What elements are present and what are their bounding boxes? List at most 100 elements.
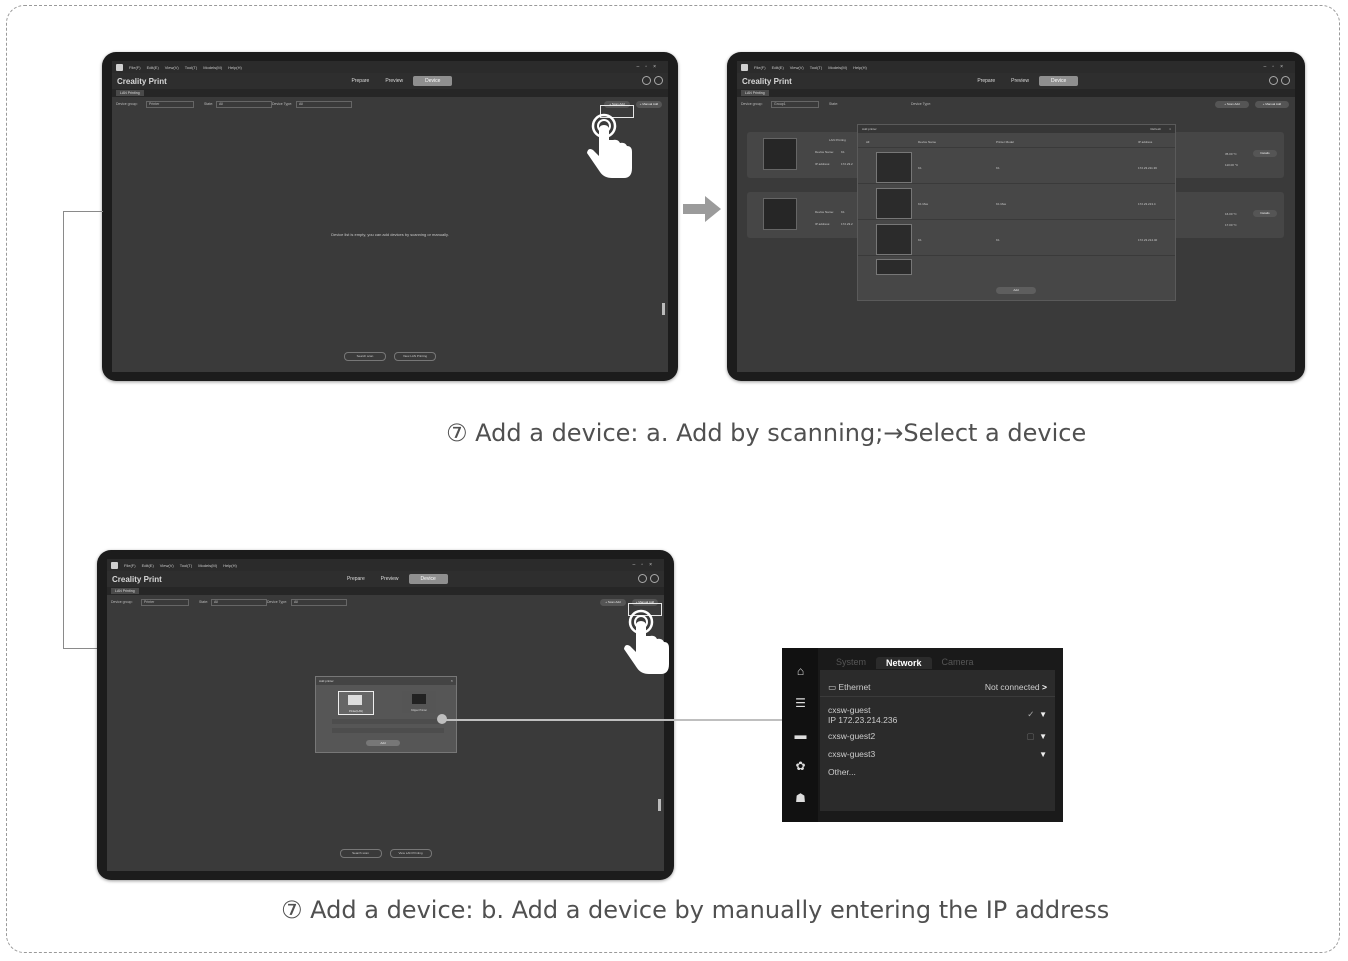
tab-camera[interactable]: Camera — [932, 657, 984, 669]
mode-prepare[interactable]: Prepare — [346, 76, 376, 86]
menu-tool[interactable]: Tool(T) — [185, 65, 197, 70]
filter-row: Device group: Group1 State: Device Type:… — [741, 101, 1289, 109]
menu-models[interactable]: Models(M) — [828, 65, 847, 70]
mode-preview[interactable]: Preview — [379, 76, 409, 86]
view-lan-printing-button[interactable]: View LAN Printing — [389, 849, 432, 858]
dialog-title: Add printer — [316, 677, 456, 685]
state-select[interactable]: All — [216, 101, 272, 108]
folder-icon[interactable]: ▬ — [794, 729, 807, 742]
wifi-network-row[interactable]: cxsw-guest IP 172.23.214.236 ✓ ▼ — [828, 705, 1047, 725]
callout-dot — [437, 714, 447, 724]
details-button[interactable]: Details — [1253, 150, 1277, 157]
row-ip: 172.23.211.36 — [1138, 166, 1157, 170]
select-all-checkbox[interactable]: All — [866, 140, 869, 144]
scan-add-button[interactable]: + Scan Add — [600, 599, 626, 606]
menu-file[interactable]: File(F) — [124, 563, 136, 568]
table-header: All Device Name Printer Model IP address — [858, 135, 1175, 148]
menu-help[interactable]: Help(H) — [228, 65, 242, 70]
tab-lan-printing[interactable]: LAN Printing — [111, 588, 139, 594]
klipper-printer-option[interactable]: Klipper Printer — [402, 691, 436, 713]
mode-preview[interactable]: Preview — [1005, 76, 1035, 86]
download-icon[interactable] — [1269, 76, 1278, 85]
add-button[interactable]: Add — [366, 740, 400, 746]
menu-edit[interactable]: Edit(E) — [772, 65, 784, 70]
other-network-row[interactable]: Other... — [828, 767, 1047, 777]
wifi-network-row[interactable]: cxsw-guest2 ▢ ▼ — [828, 731, 1047, 741]
tab-network[interactable]: Network — [876, 657, 932, 669]
device-group-select[interactable]: Printer — [141, 599, 189, 606]
search-scan-button[interactable]: Search scan — [339, 849, 382, 858]
device-name-value: K1 — [841, 210, 845, 214]
table-row[interactable]: K1 Max K1 Max 172.23.213.4 — [858, 185, 1175, 220]
user-icon[interactable] — [650, 574, 659, 583]
printer-lan-option[interactable]: Printer(LAN) — [338, 691, 374, 715]
menu-edit[interactable]: Edit(E) — [147, 65, 159, 70]
menu-edit[interactable]: Edit(E) — [142, 563, 154, 568]
menu-file[interactable]: File(F) — [129, 65, 141, 70]
tab-lan-printing[interactable]: LAN Printing — [741, 90, 769, 96]
menu-models[interactable]: Models(M) — [198, 563, 217, 568]
manual-add-button[interactable]: + Manual Add — [1255, 101, 1289, 108]
device-group-select[interactable]: Printer — [146, 101, 194, 108]
view-lan-printing-button[interactable]: View LAN Printing — [394, 352, 436, 361]
window-controls[interactable]: –▫× — [1264, 64, 1289, 70]
close-icon[interactable]: × — [451, 678, 453, 683]
device-type-select[interactable]: All — [296, 101, 352, 108]
mode-preview[interactable]: Preview — [375, 574, 405, 584]
device-type-select[interactable]: All — [291, 599, 347, 606]
menu-view[interactable]: View(V) — [165, 65, 179, 70]
menu-tool[interactable]: Tool(T) — [180, 563, 192, 568]
wifi-network-row[interactable]: cxsw-guest3 ▼ — [828, 749, 1047, 759]
details-button[interactable]: Details — [1253, 210, 1277, 217]
row-device-name: K1 — [918, 238, 922, 242]
ip-address-value: 172.23.2 — [841, 162, 853, 166]
add-button[interactable]: Add — [996, 287, 1036, 294]
row-ip: 172.23.213.4 — [1138, 202, 1156, 206]
mode-prepare[interactable]: Prepare — [971, 76, 1001, 86]
tab-system[interactable]: System — [826, 657, 876, 669]
menu-view[interactable]: View(V) — [790, 65, 804, 70]
menu-view[interactable]: View(V) — [160, 563, 174, 568]
table-row[interactable]: K1 K1 172.23.211.36 — [858, 149, 1175, 184]
mode-device[interactable]: Device — [1038, 76, 1079, 86]
callout-line — [442, 719, 782, 721]
scrollbar[interactable] — [662, 303, 665, 315]
home-icon[interactable]: ⌂ — [794, 665, 807, 678]
ethernet-row[interactable]: ▭ Ethernet Not connected > — [828, 682, 1047, 693]
robot-icon[interactable]: ☗ — [794, 792, 807, 805]
mode-device[interactable]: Device — [408, 574, 448, 584]
download-icon[interactable] — [642, 76, 651, 85]
device-group-select[interactable]: Group1 — [771, 101, 819, 108]
close-icon[interactable]: × — [1169, 127, 1171, 131]
title-bar: Creality Print Prepare Preview Device — [112, 73, 668, 89]
search-scan-button[interactable]: Search scan — [344, 352, 386, 361]
window-controls[interactable]: –▫× — [633, 562, 658, 568]
sliders-icon[interactable]: ☰ — [794, 697, 807, 710]
printer-network-panel: ⌂ ☰ ▬ ✿ ☗ System Network Camera ▭ Ethern… — [782, 648, 1063, 822]
state-label: State: — [199, 600, 209, 604]
window-controls[interactable]: –▫× — [637, 64, 662, 70]
menu-tool[interactable]: Tool(T) — [810, 65, 822, 70]
menu-file[interactable]: File(F) — [754, 65, 766, 70]
ip-address-input[interactable] — [332, 719, 444, 724]
user-icon[interactable] — [654, 76, 663, 85]
tab-lan-printing[interactable]: LAN Printing — [116, 90, 144, 96]
port-input[interactable] — [332, 728, 444, 733]
manual-add-button[interactable]: + Manual Add — [636, 101, 662, 108]
state-select[interactable]: All — [211, 599, 267, 606]
menu-help[interactable]: Help(H) — [853, 65, 867, 70]
scrollbar[interactable] — [658, 799, 661, 811]
column-printer-model: Printer Model — [996, 140, 1014, 144]
mode-device[interactable]: Device — [413, 76, 453, 86]
menu-models[interactable]: Models(M) — [203, 65, 222, 70]
add-printer-dialog: Add printer × Printer(LAN) Klipper Print… — [315, 676, 457, 753]
scan-add-button[interactable]: + Scan Add — [1215, 101, 1249, 108]
mode-prepare[interactable]: Prepare — [341, 574, 371, 584]
download-icon[interactable] — [638, 574, 647, 583]
table-row[interactable]: K1 K1 172.23.214.40 — [858, 221, 1175, 256]
pointer-hand-icon — [624, 609, 669, 674]
menu-help[interactable]: Help(H) — [223, 563, 237, 568]
refresh-button[interactable]: Refresh — [1150, 127, 1161, 131]
user-icon[interactable] — [1281, 76, 1290, 85]
gear-icon[interactable]: ✿ — [794, 760, 807, 773]
